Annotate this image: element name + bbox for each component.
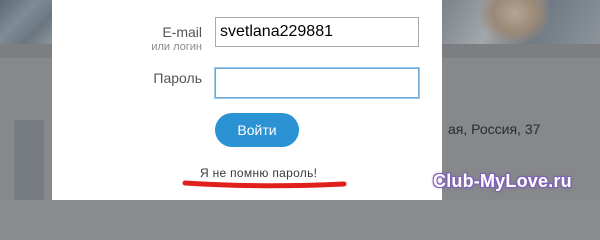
login-input[interactable] — [215, 17, 419, 47]
password-label: Пароль — [153, 70, 202, 86]
background-photo-person — [480, 0, 550, 44]
password-input[interactable] — [215, 68, 419, 98]
red-underline-annotation — [182, 180, 347, 189]
login-modal: E-mail или логин Пароль Войти Я не помню… — [52, 0, 442, 200]
background-location-text: ая, Россия, 37 — [448, 121, 541, 137]
red-underline-stroke — [182, 180, 347, 189]
background-photo-left — [0, 0, 52, 44]
login-button[interactable]: Войти — [215, 113, 299, 147]
email-label: E-mail — [162, 24, 202, 40]
forgot-password-link[interactable]: Я не помню пароль! — [200, 166, 317, 180]
background-card-left — [0, 58, 52, 200]
email-sublabel: или логин — [151, 41, 202, 53]
background-photo-right — [442, 0, 600, 44]
background-thumbnail — [14, 120, 44, 200]
site-watermark: Club-MyLove.ru — [433, 171, 572, 191]
